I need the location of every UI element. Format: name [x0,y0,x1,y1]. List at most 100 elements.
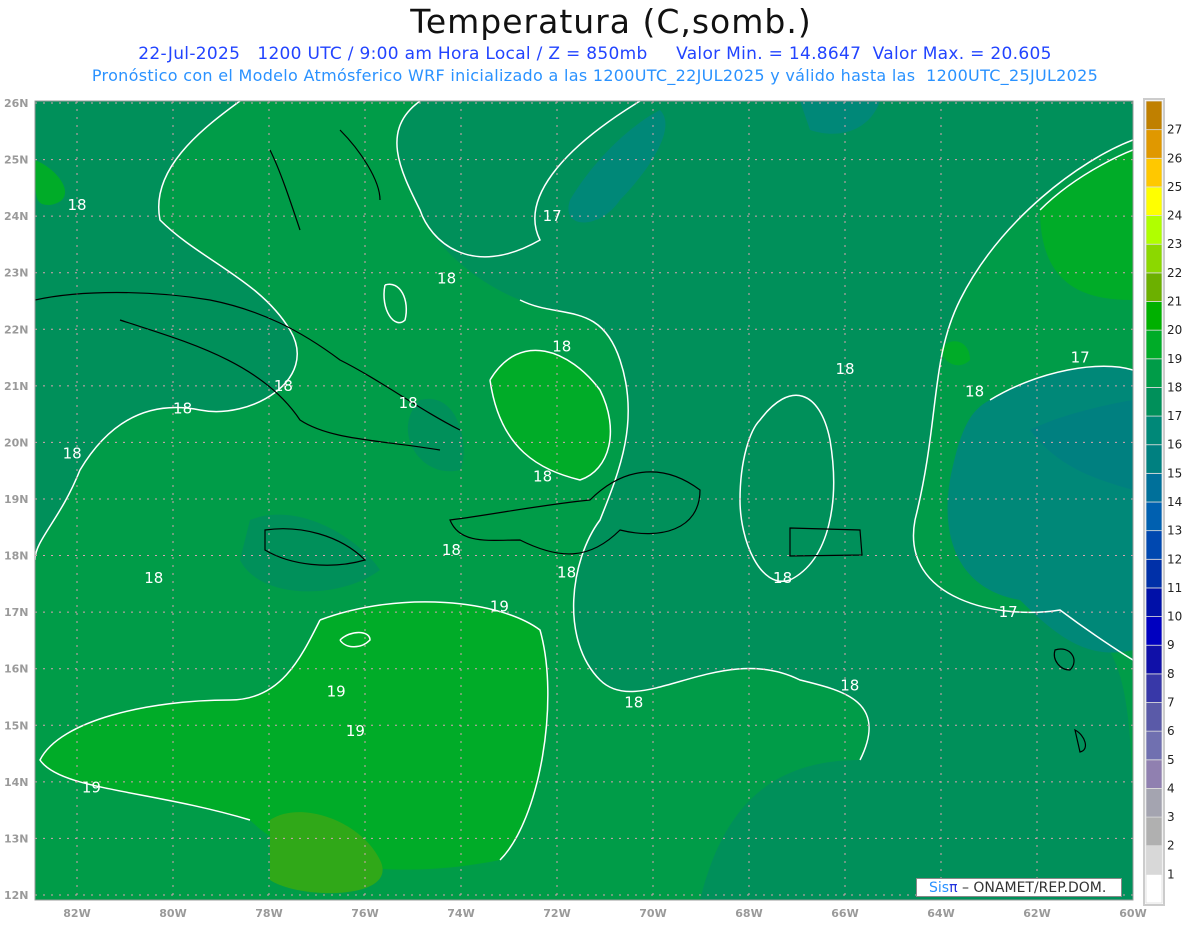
map-title: Temperatura (C,somb.) [410,2,812,41]
colorbar-label: 26 [1167,151,1182,165]
lon-tick-label: 82W [63,907,90,920]
colorbar-swatch [1145,301,1163,331]
credit-box: Sisπ – ONAMET/REP.DOM. [916,878,1122,897]
colorbar-swatch [1145,387,1163,417]
lat-tick-label: 22N [4,323,29,336]
colorbar-label: 19 [1167,352,1182,366]
credit-text: – ONAMET/REP.DOM. [957,880,1107,896]
colorbar-swatch [1145,501,1163,532]
colorbar-swatch [1145,186,1163,216]
contour-label: 18 [773,569,792,587]
contour-label: 18 [437,269,456,287]
contour-label: 19 [346,722,365,740]
colorbar-label: 20 [1167,323,1182,337]
colorbar-label: 2 [1167,839,1175,853]
colorbar-label: 22 [1167,266,1182,280]
lat-tick-label: 13N [4,832,29,845]
lat-tick-label: 12N [4,889,29,902]
lon-tick-label: 74W [447,907,474,920]
colorbar-swatch [1145,329,1163,360]
lon-tick-label: 62W [1023,907,1050,920]
lat-tick-label: 15N [4,719,29,732]
contour-label: 17 [1071,349,1090,367]
lat-tick-label: 25N [4,154,29,167]
contour-label: 18 [533,467,552,485]
contour-label: 18 [67,196,86,214]
colorbar-label: 7 [1167,696,1175,710]
lat-tick-label: 18N [4,550,29,563]
colorbar-label: 1 [1167,867,1175,881]
lon-tick-label: 76W [351,907,378,920]
contour-label: 18 [274,377,293,395]
colorbar-swatch [1145,243,1163,274]
colorbar-swatch [1145,730,1163,761]
colorbar-label: 25 [1167,180,1182,194]
colorbar-swatch [1145,272,1163,302]
lat-tick-label: 23N [4,267,29,280]
lat-tick-label: 14N [4,776,29,789]
lat-tick-label: 16N [4,663,29,676]
contour-label: 18 [624,694,643,712]
contour-label: 18 [552,337,571,355]
colorbar-swatch [1145,616,1163,646]
colorbar-label: 21 [1167,295,1182,309]
subtitle-model-info: Pronóstico con el Modelo Atmósferico WRF… [91,66,1099,85]
lon-tick-label: 64W [927,907,954,920]
lon-tick-label: 72W [543,907,570,920]
lon-tick-label: 80W [159,907,186,920]
colorbar-label: 17 [1167,409,1182,423]
colorbar-swatch [1145,215,1163,245]
colorbar-label: 16 [1167,438,1182,452]
lon-tick-label: 66W [831,907,858,920]
lat-tick-label: 17N [4,606,29,619]
colorbar-swatch [1145,759,1163,789]
contour-label: 19 [82,778,101,796]
contour-label: 18 [63,445,82,463]
colorbar-label: 9 [1167,638,1175,652]
colorbar-label: 5 [1167,753,1175,767]
colorbar-label: 11 [1167,581,1182,595]
colorbar-label: 6 [1167,724,1175,738]
lon-tick-label: 70W [639,907,666,920]
lon-tick-label: 78W [255,907,282,920]
lat-tick-label: 21N [4,380,29,393]
lon-tick-label: 68W [735,907,762,920]
colorbar-label: 14 [1167,495,1182,509]
colorbar-swatch [1145,644,1163,675]
contour-label: 17 [543,207,562,225]
contour-label: 17 [999,603,1018,621]
contour-label: 19 [490,597,509,615]
lat-tick-label: 26N [4,97,29,110]
colorbar-label: 8 [1167,667,1175,681]
colorbar-label: 4 [1167,781,1175,795]
contour-label: 18 [557,564,576,582]
colorbar-label: 18 [1167,380,1182,394]
contour-label: 18 [399,394,418,412]
brand-sis: Sis [929,880,950,896]
colorbar-swatch [1145,702,1163,732]
colorbar-swatch [1145,444,1163,474]
lon-tick-label: 60W [1119,907,1146,920]
colorbar-swatch [1145,358,1163,388]
colorbar-swatch [1145,788,1163,818]
colorbar-swatch [1145,558,1163,589]
contour-label: 18 [144,569,163,587]
contour-label: 18 [840,677,859,695]
colorbar-label: 27 [1167,123,1182,137]
colorbar-label: 12 [1167,552,1182,566]
temperature-map: 1817181818171818181818181818 18 1817191919… [4,97,1182,920]
colorbar-swatch [1145,816,1163,847]
colorbar-label: 3 [1167,810,1175,824]
lat-tick-label: 24N [4,210,29,223]
contour-label: 18 [442,541,461,559]
contour-label: 18 [965,383,984,401]
subtitle-date-level: 22-Jul-2025 1200 UTC / 9:00 am Hora Loca… [138,44,1052,64]
colorbar-label: 13 [1167,524,1182,538]
contour-label: 19 [327,682,346,700]
colorbar-swatch [1145,845,1163,875]
colorbar-label: 15 [1167,466,1182,480]
lat-tick-label: 19N [4,493,29,506]
colorbar-label: 10 [1167,610,1182,624]
colorbar-swatch [1145,673,1163,703]
brand-pi: π [949,880,958,896]
